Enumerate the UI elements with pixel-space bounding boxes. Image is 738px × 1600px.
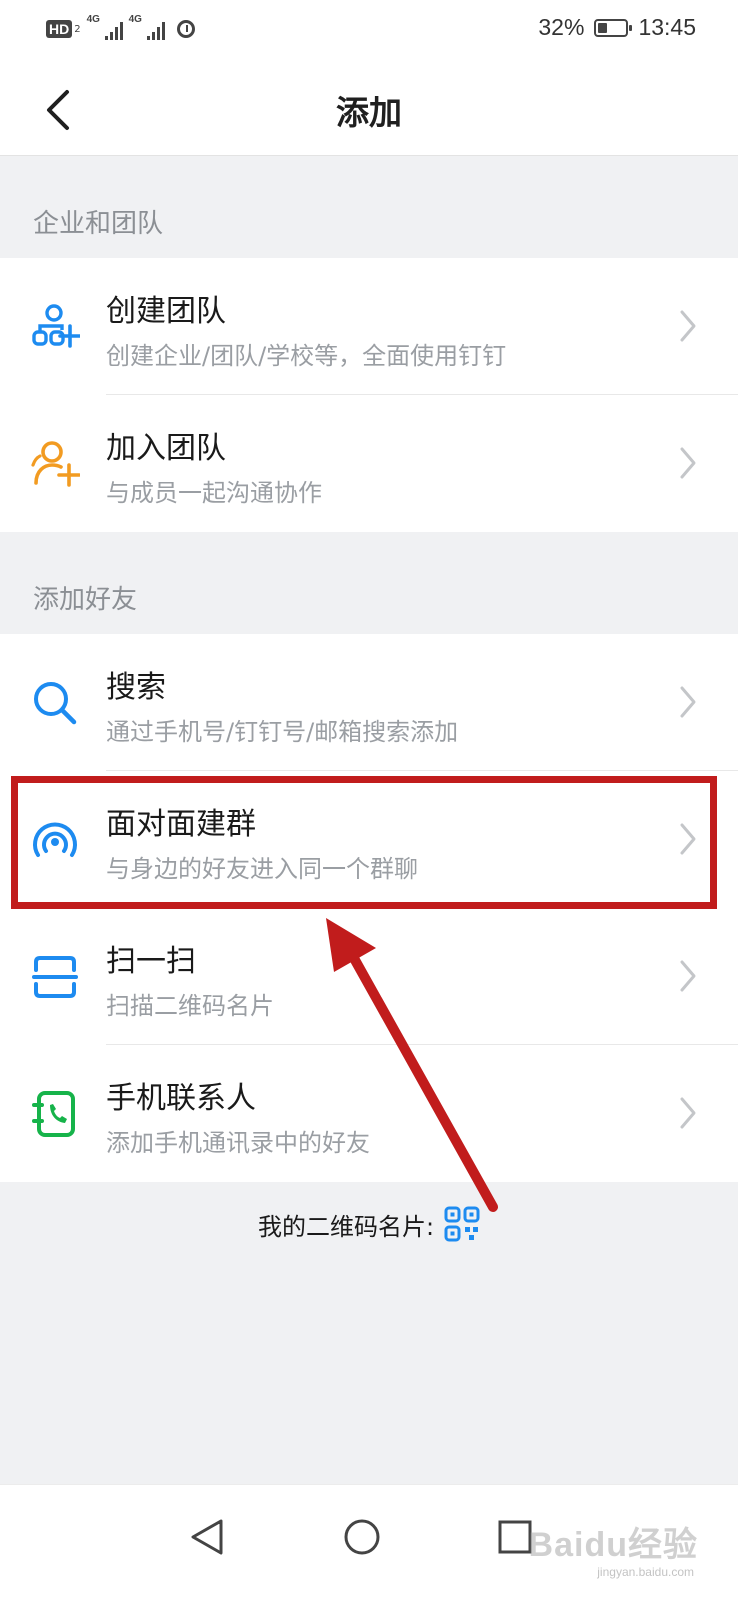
item-title: 搜索	[106, 670, 166, 705]
item-title: 手机联系人	[106, 1081, 256, 1116]
my-qr-card-row: 我的二维码名片:	[0, 1206, 738, 1242]
item-title: 创建团队	[106, 294, 226, 329]
item-subtitle: 与成员一起沟通协作	[106, 479, 322, 507]
search-icon	[34, 682, 77, 725]
chevron-right-icon	[680, 447, 696, 479]
phone-contacts-item[interactable]: 手机联系人 添加手机通讯录中的好友	[0, 1045, 738, 1182]
signal-icon: 4G	[87, 14, 123, 40]
chevron-right-icon	[680, 686, 696, 718]
clock: 13:45	[638, 14, 696, 40]
chevron-right-icon	[680, 1097, 696, 1129]
battery-percent: 32%	[538, 14, 585, 40]
my-qr-card-label: 我的二维码名片:	[257, 1212, 435, 1241]
network-label: 4G	[128, 14, 142, 25]
chevron-right-icon	[680, 823, 696, 855]
battery-icon	[594, 18, 633, 37]
baidu-watermark-url: jingyan.baidu.com	[597, 1565, 694, 1579]
system-nav-bar: Baidu经验 jingyan.baidu.com	[0, 1484, 738, 1600]
hd-badge: HD	[46, 20, 73, 38]
chevron-right-icon	[680, 960, 696, 992]
create-team-item[interactable]: 创建团队 创建企业/团队/学校等，全面使用钉钉	[0, 258, 738, 395]
item-subtitle: 创建企业/团队/学校等，全面使用钉钉	[106, 342, 507, 370]
item-subtitle: 与身边的好友进入同一个群聊	[106, 855, 418, 883]
alarm-icon	[176, 20, 195, 38]
triangle-back-icon[interactable]	[177, 1507, 237, 1567]
section-header-enterprise: 企业和团队	[0, 157, 738, 257]
battery-fill	[598, 22, 607, 33]
phone-contacts-icon	[32, 1091, 75, 1137]
create-team-icon	[32, 304, 80, 348]
page-title: 添加	[336, 93, 402, 132]
item-subtitle: 通过手机号/钉钉号/邮箱搜索添加	[106, 718, 459, 746]
circle-home-icon[interactable]	[332, 1507, 392, 1567]
item-subtitle: 扫描二维码名片	[106, 992, 274, 1020]
qr-code-icon[interactable]	[444, 1206, 480, 1242]
item-title: 扫一扫	[106, 944, 196, 979]
item-title: 面对面建群	[106, 807, 256, 842]
baidu-watermark: Baidu经验	[528, 1526, 698, 1564]
hd-sub: 2	[74, 23, 81, 35]
enterprise-group: 创建团队 创建企业/团队/学校等，全面使用钉钉 加入团队 与成员一起沟通协作	[0, 258, 738, 532]
search-item[interactable]: 搜索 通过手机号/钉钉号/邮箱搜索添加	[0, 634, 738, 771]
status-bar: HD 2 4G 4G 32% 13:45	[0, 0, 738, 64]
friends-group: 搜索 通过手机号/钉钉号/邮箱搜索添加 面对面建群 与身边的好友进入同一个群聊 …	[0, 634, 738, 1182]
item-title: 加入团队	[106, 431, 226, 466]
scan-icon	[32, 956, 78, 998]
item-subtitle: 添加手机通讯录中的好友	[106, 1129, 370, 1157]
nav-bar: 添加	[0, 64, 738, 156]
section-header-friends: 添加好友	[0, 532, 738, 633]
face-to-face-group-item[interactable]: 面对面建群 与身边的好友进入同一个群聊	[0, 771, 738, 908]
network-label: 4G	[86, 14, 100, 25]
status-right: 32% 13:45	[538, 14, 696, 41]
status-left: HD 2 4G 4G	[46, 14, 195, 40]
face-to-face-icon	[33, 822, 77, 857]
scan-item[interactable]: 扫一扫 扫描二维码名片	[0, 908, 738, 1045]
chevron-right-icon	[680, 310, 696, 342]
signal-icon: 4G	[129, 14, 165, 40]
join-team-item[interactable]: 加入团队 与成员一起沟通协作	[0, 395, 738, 532]
join-team-icon	[31, 441, 80, 487]
